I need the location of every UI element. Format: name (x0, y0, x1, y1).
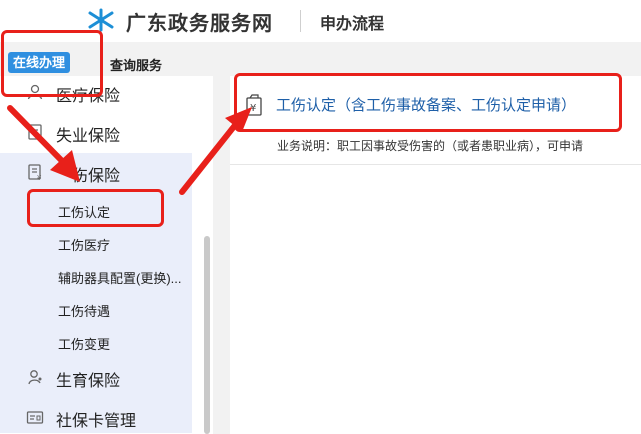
header-divider (300, 10, 301, 32)
divider (230, 164, 641, 165)
subitem-injury-benefits[interactable]: 工伤待遇 (58, 301, 198, 320)
subitem-injury-change[interactable]: 工伤变更 (58, 334, 198, 353)
card-icon (26, 411, 44, 424)
sidebar-item-label: 失业保险 (56, 128, 121, 145)
service-description: 业务说明：职工因事故受伤害的（或者患职业病），可申请 (277, 139, 584, 153)
tab-query-service[interactable]: 查询服务 (110, 55, 162, 74)
annotation-box-injury-recognition (27, 189, 164, 227)
baby-icon (28, 370, 42, 385)
sidebar-item-maternity-insurance[interactable]: 生育保险 (0, 357, 200, 397)
sidebar-item-social-security-card[interactable]: 社保卡管理 (0, 397, 200, 434)
page-section-title: 申办流程 (320, 16, 385, 33)
sidebar: 医疗保险 失业保险 ¥ 伤保险 工伤认定 工伤医疗 辅助器具配置(更换)... … (0, 76, 213, 434)
svg-text:¥: ¥ (37, 174, 42, 181)
annotation-box-online (1, 30, 103, 97)
subitem-injury-medical[interactable]: 工伤医疗 (58, 235, 198, 254)
sidebar-item-label: 伤保险 (72, 168, 121, 185)
sidebar-item-unemployment-insurance[interactable]: 失业保险 (0, 112, 200, 152)
sidebar-scrollbar-thumb[interactable] (204, 236, 210, 434)
panel-gap (213, 76, 230, 434)
sidebar-item-injury-insurance[interactable]: ¥ 伤保险 (0, 152, 200, 192)
sidebar-item-label: 社保卡管理 (56, 413, 137, 430)
sidebar-item-label: 生育保险 (56, 373, 121, 390)
page: 广东政务服务网 申办流程 在线办理 查询服务 医疗保险 失业保险 ¥ 伤保险 工… (0, 0, 641, 434)
logo-icon (88, 8, 114, 32)
document-icon (28, 124, 42, 140)
subitem-assistive-devices[interactable]: 辅助器具配置(更换)... (58, 268, 198, 287)
site-title[interactable]: 广东政务服务网 (126, 7, 273, 36)
annotation-box-service-title (234, 73, 622, 132)
document-icon: ¥ (28, 164, 42, 181)
